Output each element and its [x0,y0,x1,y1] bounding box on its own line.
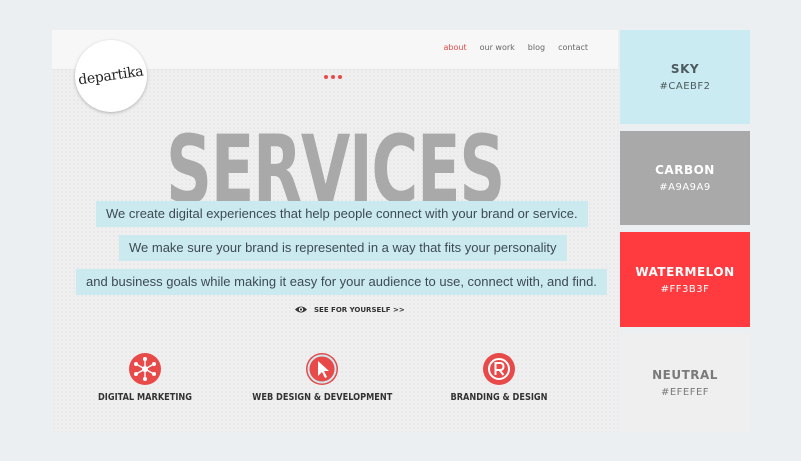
network-icon [129,353,161,385]
swatch-sky: SKY #CAEBF2 [620,30,750,124]
nav-contact[interactable]: contact [558,43,588,52]
registered-icon [483,353,515,385]
swatch-name: CARBON [655,163,715,177]
nav-about[interactable]: about [444,43,467,52]
see-for-yourself-link[interactable]: SEE FOR YOURSELF >> [294,305,405,314]
dots-icon [324,75,342,79]
main-nav: about our work blog contact [444,43,588,52]
swatch-name: NEUTRAL [652,368,718,382]
hero-line-3: and business goals while making it easy … [76,269,607,295]
swatch-name: SKY [670,62,700,76]
cta-label: SEE FOR YOURSELF >> [314,305,405,314]
swatch-neutral: NEUTRAL #EFEFEF [620,334,750,432]
service-branding[interactable]: BRANDING & DESIGN [414,352,584,403]
service-digital-marketing[interactable]: DIGITAL MARKETING [60,352,230,403]
hero-line-2: We make sure your brand is represented i… [119,235,567,261]
logo[interactable]: departika [75,40,147,112]
swatch-name: WATERMELON [635,264,735,279]
service-label: WEB DESIGN & DEVELOPMENT [252,392,393,403]
swatch-watermelon: WATERMELON #FF3B3F [620,232,750,327]
service-label: DIGITAL MARKETING [97,392,193,403]
eye-icon [295,306,307,313]
service-web-design[interactable]: WEB DESIGN & DEVELOPMENT [237,352,407,403]
cursor-icon [306,353,338,385]
service-label: BRANDING & DESIGN [450,392,548,403]
logo-text: departika [77,63,145,89]
website-mockup: about our work blog contact departika SE… [52,30,618,432]
swatch-hex: #EFEFEF [660,387,710,398]
swatch-carbon: CARBON #A9A9A9 [620,131,750,225]
nav-blog[interactable]: blog [528,43,545,52]
swatch-hex: #CAEBF2 [659,81,711,92]
hero-line-1: We create digital experiences that help … [96,201,588,227]
nav-our-work[interactable]: our work [480,43,515,52]
swatch-hex: #FF3B3F [660,283,710,295]
swatch-hex: #A9A9A9 [659,182,711,193]
